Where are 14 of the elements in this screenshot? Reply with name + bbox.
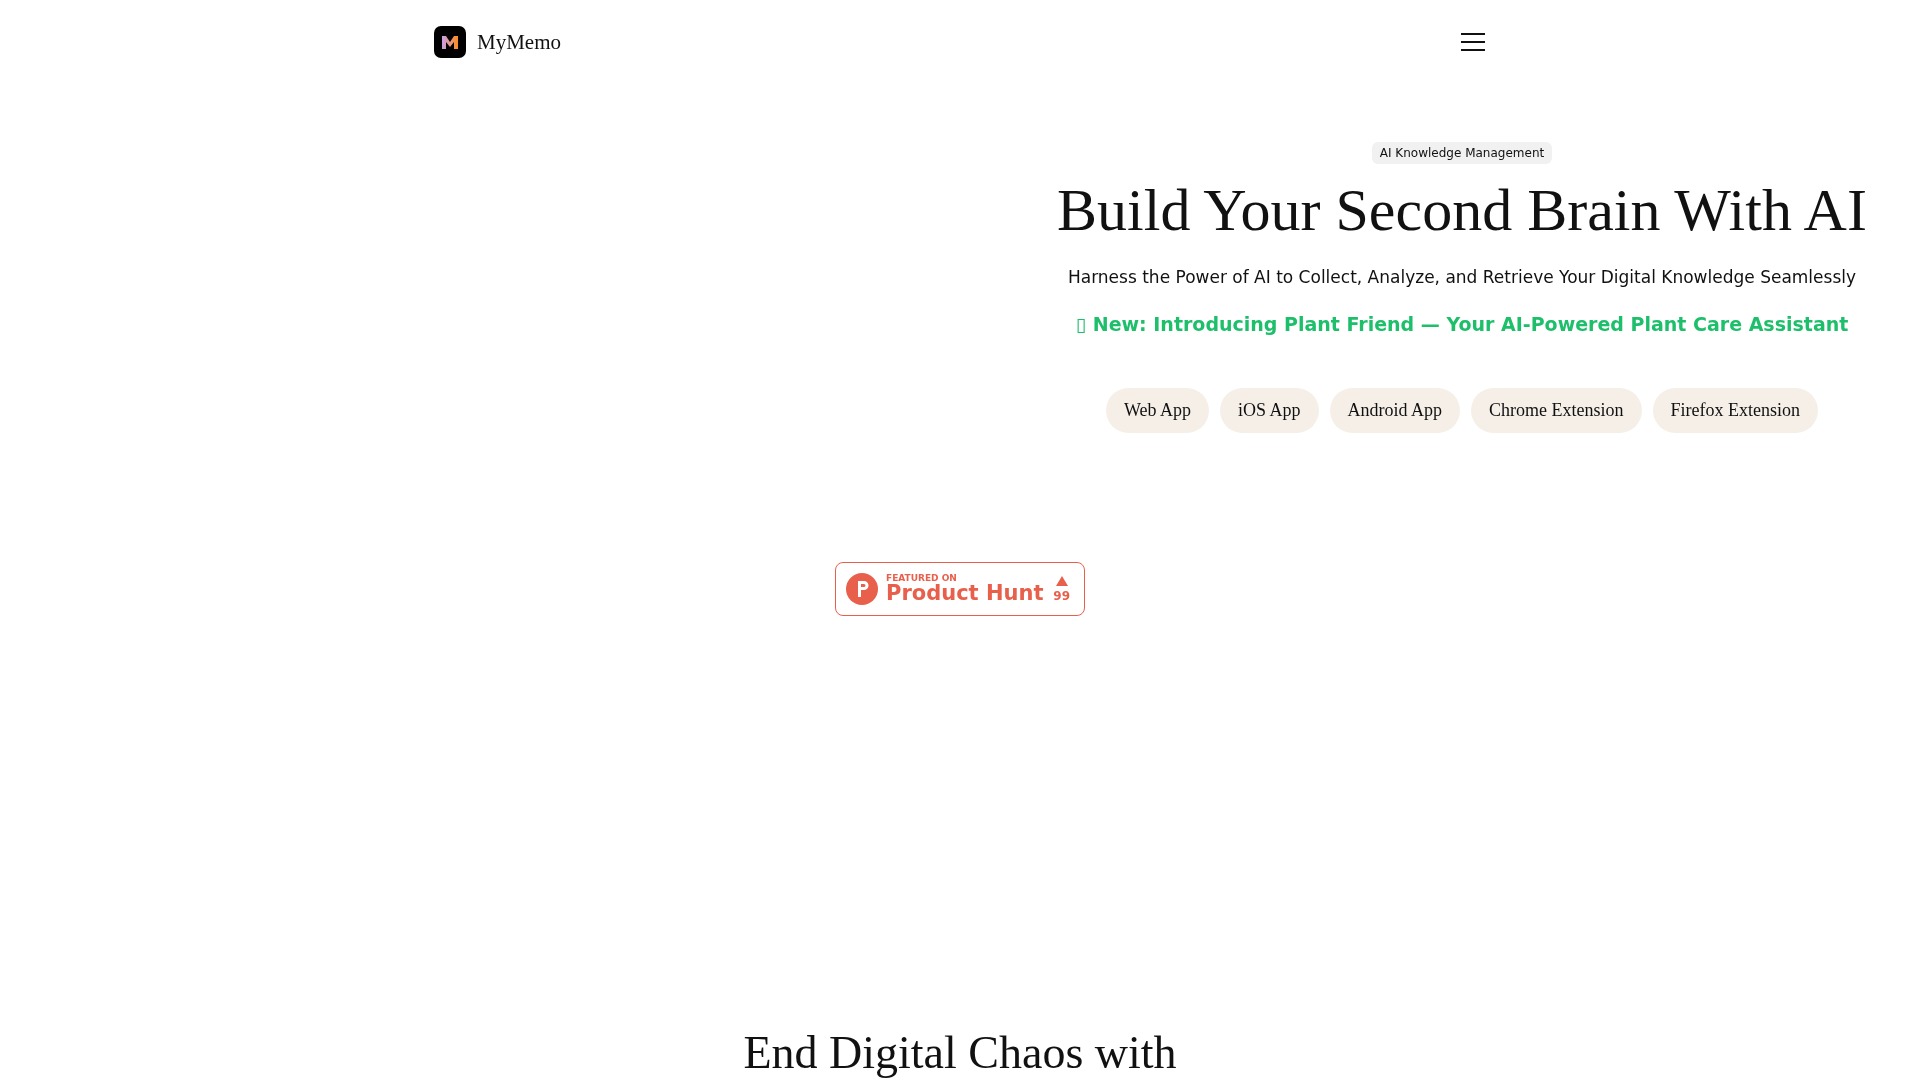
- menu-icon[interactable]: [1460, 32, 1486, 52]
- category-badge: AI Knowledge Management: [1371, 142, 1553, 164]
- section-title: End Digital Chaos with: [742, 1026, 1178, 1079]
- brand-logo[interactable]: MyMemo: [434, 26, 561, 58]
- product-hunt-icon: [846, 573, 878, 605]
- platform-button[interactable]: Web App: [1105, 388, 1209, 433]
- platform-button[interactable]: Firefox Extension: [1652, 388, 1818, 433]
- platform-button[interactable]: Android App: [1329, 388, 1461, 433]
- upvote-icon: [1055, 575, 1068, 586]
- platform-button[interactable]: Chrome Extension: [1471, 388, 1642, 433]
- hero-subtitle: Harness the Power of AI to Collect, Analyze, and Retrieve Your Digital Knowledge Seamlessly: [1067, 267, 1857, 287]
- platform-button[interactable]: iOS App: [1220, 388, 1319, 433]
- logo-icon: [434, 26, 466, 58]
- hero-title: Build Your Second Brain With AI: [1057, 176, 1867, 245]
